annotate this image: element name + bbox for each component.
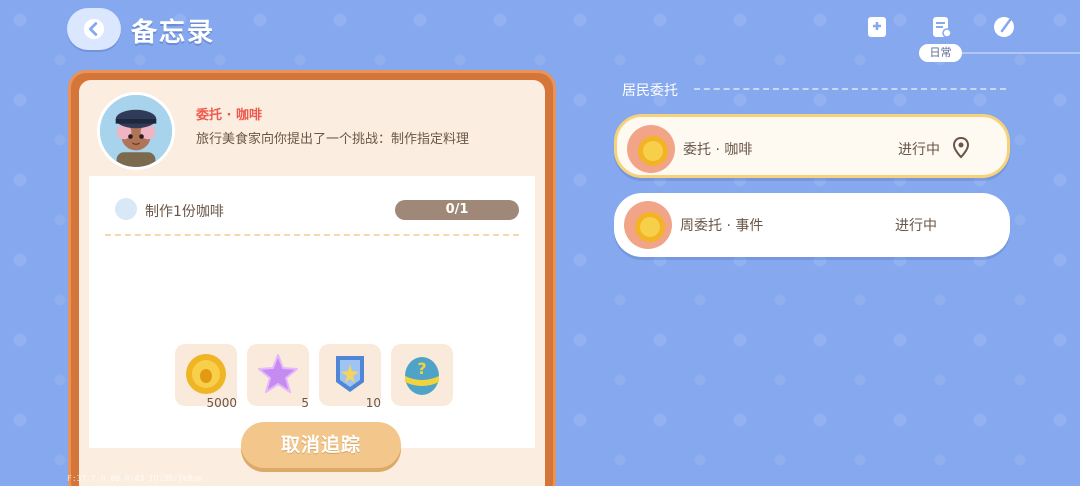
divider <box>105 234 519 236</box>
reward-count: 10 <box>365 396 381 410</box>
location-pin-icon <box>953 137 969 159</box>
quest-coin-icon <box>627 125 675 173</box>
quest-list-item-coffee[interactable]: 委托 · 咖啡 进行中 <box>614 114 1010 178</box>
quest-list-name: 委托 · 咖啡 <box>683 142 753 158</box>
blue-medal-icon <box>336 356 364 392</box>
purple-star-icon <box>258 354 298 393</box>
quest-list-status: 进行中 <box>898 142 940 158</box>
reward-count: 5000 <box>206 396 237 410</box>
mystery-egg-icon: ? <box>405 357 439 395</box>
reward-item[interactable]: 5 <box>247 344 309 410</box>
quest-list-name: 周委托 · 事件 <box>680 218 764 234</box>
task-label: 制作1份咖啡 <box>145 204 224 220</box>
tab-book[interactable] <box>862 12 892 42</box>
task-row: 制作1份咖啡 0/1 <box>105 196 519 224</box>
npc-avatar <box>97 92 175 170</box>
cancel-tracking-button[interactable]: 取消追踪 <box>241 422 401 468</box>
tab-notes[interactable] <box>990 12 1020 42</box>
task-progress-bar: 0/1 <box>395 200 519 220</box>
reward-list: 5000 5 10 ? <box>175 344 453 410</box>
gold-coin-icon <box>186 354 226 394</box>
tab-daily[interactable] <box>926 12 956 42</box>
reward-item[interactable]: 10 <box>319 344 381 410</box>
back-button[interactable] <box>67 8 121 50</box>
quest-description: 旅行美食家向你提出了一个挑战：制作指定料理 <box>196 132 470 147</box>
quest-list-status: 进行中 <box>895 218 937 234</box>
quest-title: 委托 · 咖啡 <box>196 108 262 123</box>
chat-edit-icon <box>994 17 1014 37</box>
book-plus-icon <box>868 17 886 37</box>
reward-count: 5 <box>301 396 309 410</box>
debug-overlay: F:37 T:0.00 R:43 ID:38r1kBpm <box>67 474 202 483</box>
quest-coin-icon <box>624 201 672 249</box>
reward-item[interactable]: 5000 <box>175 344 237 410</box>
quest-detail-card: 委托 · 咖啡 旅行美食家向你提出了一个挑战：制作指定料理 制作1份咖啡 0/1 <box>68 70 556 486</box>
chevron-left-icon <box>83 18 105 40</box>
tab-daily-label: 日常 <box>919 44 962 62</box>
svg-text:?: ? <box>417 359 426 378</box>
quest-task-panel: 制作1份咖啡 0/1 5000 5 10 ? <box>89 176 535 448</box>
quest-list-item-weekly[interactable]: 周委托 · 事件 进行中 <box>614 193 1010 257</box>
reward-item[interactable]: ? <box>391 344 453 406</box>
section-title: 居民委托 <box>622 83 678 99</box>
clipboard-gear-icon <box>933 17 952 38</box>
page-title: 备忘录 <box>131 18 216 48</box>
section-divider <box>694 88 1006 90</box>
progress-text: 0/1 <box>445 202 469 217</box>
coffee-cup-icon <box>115 198 137 220</box>
